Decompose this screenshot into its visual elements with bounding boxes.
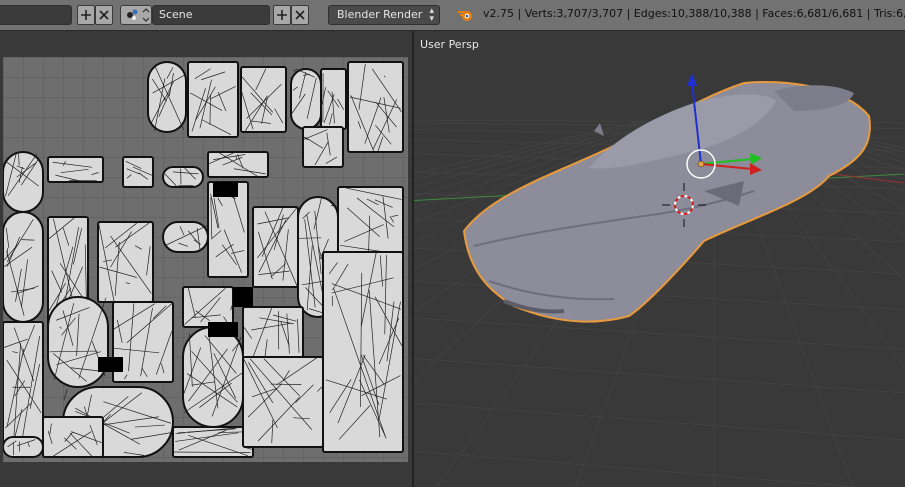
car-mesh[interactable] xyxy=(462,80,871,323)
uv-canvas[interactable] xyxy=(3,57,408,462)
uv-island xyxy=(3,436,44,458)
close-icon xyxy=(99,10,109,20)
grid-line xyxy=(414,358,905,394)
uv-island xyxy=(47,296,109,388)
uv-island xyxy=(233,287,253,307)
uv-island xyxy=(162,166,204,188)
uv-island xyxy=(182,286,234,328)
uv-island xyxy=(252,206,299,288)
remove-scene-button[interactable] xyxy=(291,5,309,25)
uv-image-editor[interactable] xyxy=(0,31,412,487)
plus-icon xyxy=(81,10,91,20)
uv-island xyxy=(122,156,154,188)
view-label: User Persp xyxy=(420,38,479,51)
uv-island xyxy=(242,356,324,448)
scene-stats: v2.75 | Verts:3,707/3,707 | Edges:10,388… xyxy=(483,7,905,20)
scene-name-field[interactable]: Scene xyxy=(152,5,270,25)
uv-island xyxy=(47,156,104,183)
scene-icon xyxy=(127,8,150,22)
uv-island xyxy=(208,322,238,337)
updown-arrows-icon: ▴ ▾ xyxy=(429,6,434,24)
grid-line xyxy=(414,317,905,350)
grid-line xyxy=(414,402,905,441)
3d-viewport[interactable]: User Persp xyxy=(414,31,905,487)
uv-island xyxy=(147,61,187,133)
uv-island xyxy=(42,416,104,458)
add-scene-button[interactable] xyxy=(273,5,291,25)
grid-line xyxy=(414,450,863,487)
screen-layout-field[interactable] xyxy=(0,5,72,25)
info-header: Scene Blender Render ▴ ▾ v2.75 | Verts:3,… xyxy=(0,0,905,31)
uv-island xyxy=(162,221,209,253)
object-origin xyxy=(697,160,705,168)
render-engine-label: Blender Render xyxy=(337,8,423,21)
uv-island xyxy=(302,126,344,168)
scene-browse-button[interactable] xyxy=(120,5,152,25)
render-engine-select[interactable]: Blender Render ▴ ▾ xyxy=(328,5,440,25)
uv-island xyxy=(3,211,44,323)
uv-island xyxy=(322,251,404,453)
add-screen-button[interactable] xyxy=(77,5,95,25)
close-icon xyxy=(295,10,305,20)
blender-logo-icon xyxy=(458,11,472,21)
plus-icon xyxy=(277,10,287,20)
remove-screen-button[interactable] xyxy=(95,5,113,25)
viewport-canvas[interactable] xyxy=(414,31,905,487)
uv-island xyxy=(98,357,123,372)
uv-island xyxy=(213,182,238,197)
uv-island xyxy=(3,321,44,443)
